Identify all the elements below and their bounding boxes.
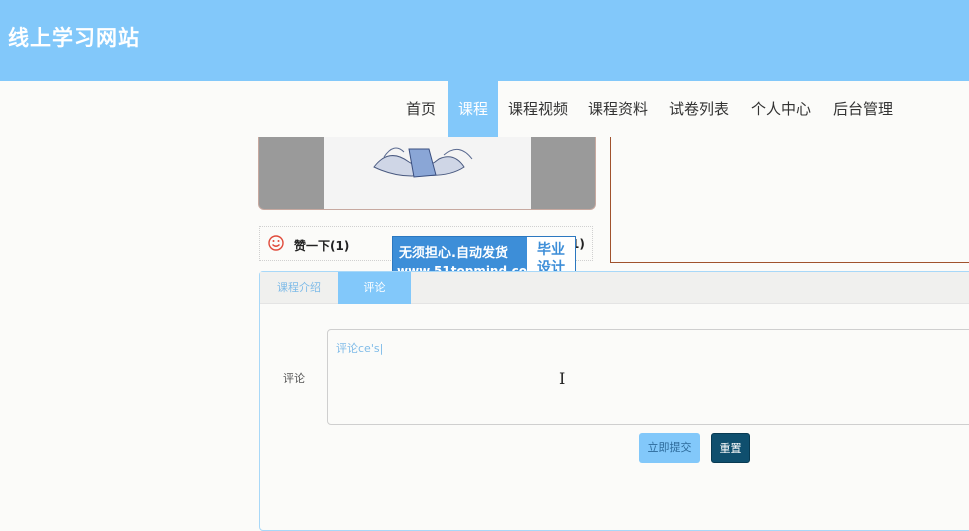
tab-header: 课程介绍 评论	[260, 272, 969, 304]
comment-input-value: 评论ce's|	[336, 342, 384, 355]
watermark-badge-line1: 毕业	[537, 242, 565, 258]
tab-course-intro[interactable]: 课程介绍	[260, 272, 338, 304]
text-cursor-icon: I	[559, 369, 566, 388]
nav-item-admin[interactable]: 后台管理	[827, 81, 899, 137]
course-image	[258, 137, 596, 210]
nav-item-courses[interactable]: 课程	[448, 81, 498, 137]
site-title: 线上学习网站	[8, 26, 140, 50]
illustration-image	[373, 147, 473, 178]
submit-button[interactable]: 立即提交	[639, 433, 700, 463]
comment-label: 评论	[283, 372, 305, 385]
reset-button[interactable]: 重置	[711, 433, 750, 463]
main-nav: 首页 课程 课程视频 课程资料 试卷列表 个人中心 后台管理	[0, 81, 969, 137]
tab-comments[interactable]: 评论	[338, 272, 411, 304]
watermark-line1: 无须担心.自动发货	[399, 246, 508, 261]
like-button-label[interactable]: 赞一下(1)	[294, 237, 349, 254]
nav-item-personal-center[interactable]: 个人中心	[745, 81, 817, 137]
video-player-area[interactable]	[610, 137, 969, 263]
comment-textarea[interactable]: 评论ce's|	[327, 329, 969, 425]
nav-item-course-videos[interactable]: 课程视频	[502, 81, 574, 137]
nav-item-home[interactable]: 首页	[398, 81, 444, 137]
nav-item-exam-list[interactable]: 试卷列表	[663, 81, 735, 137]
smile-icon[interactable]	[268, 235, 284, 251]
nav-item-course-materials[interactable]: 课程资料	[582, 81, 654, 137]
top-header: 线上学习网站	[0, 0, 969, 81]
